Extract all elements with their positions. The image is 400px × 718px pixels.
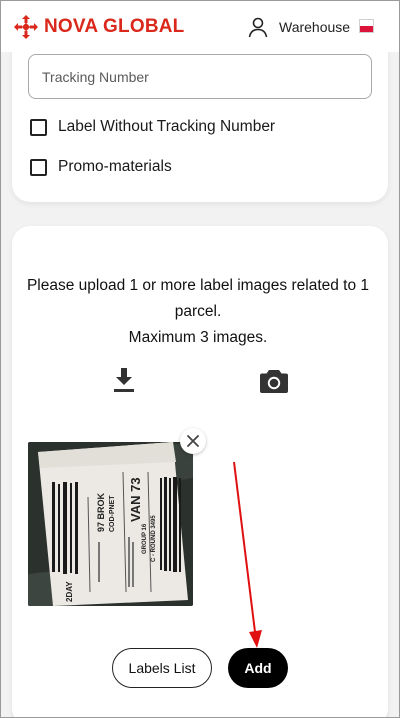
label-without-tracking-label: Label Without Tracking Number [58,118,276,135]
svg-text:COD-PNET: COD-PNET [109,495,116,532]
svg-text:C - ROUND 3495: C - ROUND 3495 [151,515,157,562]
upload-card: Please upload 1 or more label images rel… [12,226,388,718]
upload-instructions-main: Please upload 1 or more label images rel… [26,277,370,320]
tracking-card: Label Without Tracking Number Promo-mate… [12,30,388,202]
svg-text:2DAY: 2DAY [65,581,74,602]
remove-image-button[interactable] [180,428,206,454]
tracking-number-input[interactable] [28,54,372,99]
add-button[interactable]: Add [228,648,288,688]
uploaded-label-photo[interactable]: 97 BROK COD-PNET VAN 73 GROUP 16 C - ROU… [28,442,193,606]
upload-instructions-limit: Maximum 3 images. [128,329,268,346]
brand-name: NOVA GLOBAL [44,16,185,37]
upload-instructions: Please upload 1 or more label images rel… [26,273,370,351]
svg-text:VAN 73: VAN 73 [128,477,143,522]
label-photo-image: 97 BROK COD-PNET VAN 73 GROUP 16 C - ROU… [28,442,193,606]
label-without-tracking-checkbox[interactable] [30,118,47,136]
user-icon [248,17,268,38]
labels-list-button[interactable]: Labels List [112,648,212,688]
svg-text:97 BROK: 97 BROK [96,492,106,532]
nova-logo-icon [14,15,38,39]
svg-text:GROUP 16: GROUP 16 [142,523,148,554]
close-icon [187,435,199,447]
app-header: NOVA GLOBAL Warehouse [0,0,400,52]
annotation-arrow [233,461,262,648]
label-without-tracking-option[interactable]: Label Without Tracking Number [30,118,275,136]
camera-icon[interactable] [259,367,289,395]
user-role-label: Warehouse [279,19,351,35]
promo-materials-checkbox[interactable] [30,158,47,176]
promo-materials-option[interactable]: Promo-materials [30,158,172,176]
user-menu[interactable]: Warehouse [246,15,350,39]
poland-flag-icon[interactable] [359,19,374,33]
download-icon[interactable] [113,366,135,394]
promo-materials-label: Promo-materials [58,158,172,175]
brand-logo[interactable]: NOVA GLOBAL [13,14,184,40]
